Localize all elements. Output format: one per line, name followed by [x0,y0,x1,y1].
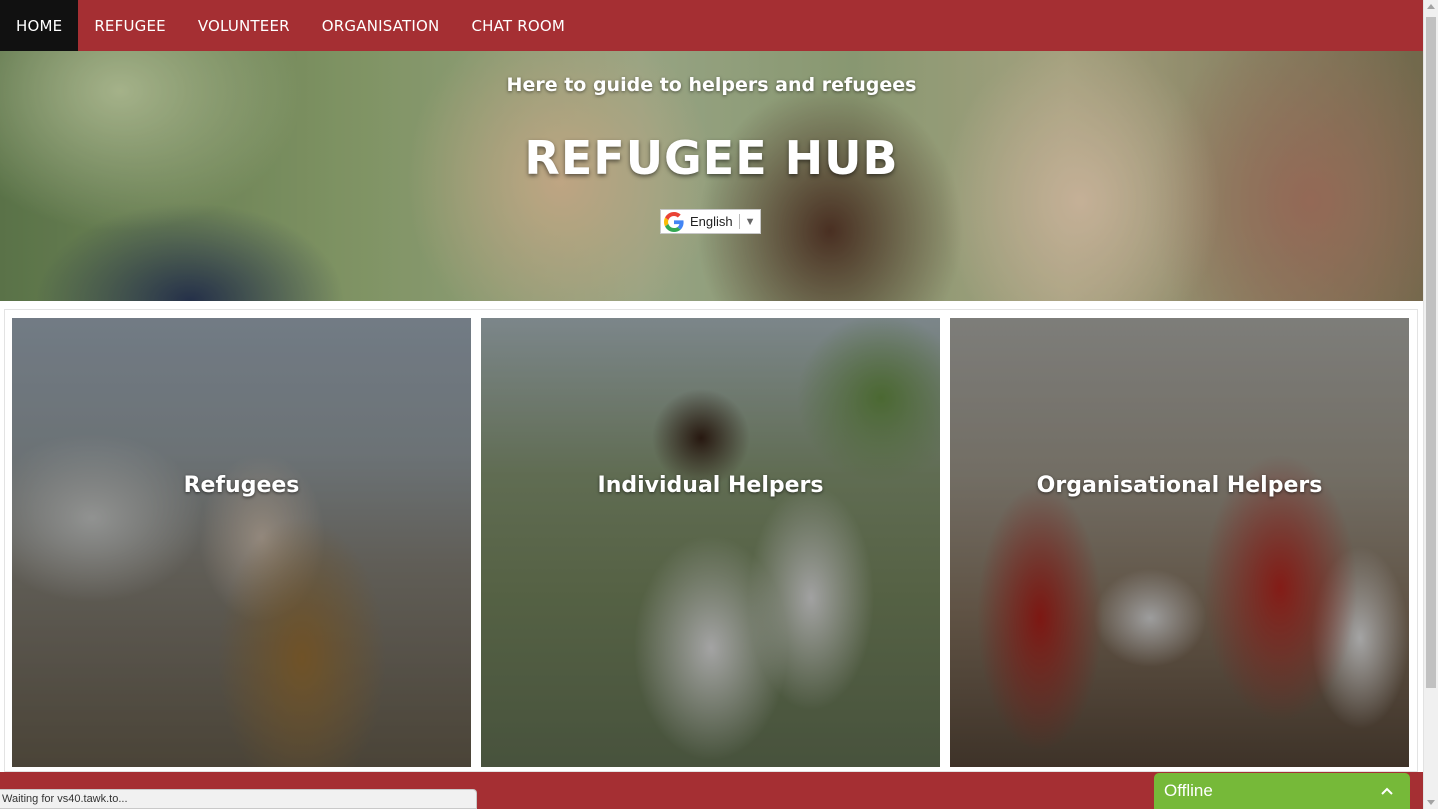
card-individual-helpers-label: Individual Helpers [597,473,824,498]
card-organisational-helpers-label: Organisational Helpers [1036,473,1323,498]
chat-widget-status: Offline [1164,781,1213,800]
card-refugees-label: Refugees [183,473,300,498]
category-cards: Refugees Individual Helpers Organisation… [4,309,1418,772]
vertical-scrollbar[interactable] [1423,0,1438,809]
browser-status-bar: Waiting for vs40.tawk.to... [0,789,477,809]
nav-item-chat-room[interactable]: CHAT ROOM [455,0,581,51]
card-individual-helpers[interactable]: Individual Helpers [481,318,940,767]
scrollbar-thumb[interactable] [1426,17,1436,688]
chat-widget[interactable]: Offline [1154,773,1410,809]
nav-item-volunteer[interactable]: VOLUNTEER [182,0,306,51]
language-divider [738,214,740,229]
top-navbar: HOME REFUGEE VOLUNTEER ORGANISATION CHAT… [0,0,1423,51]
card-overlay [481,318,940,767]
chevron-up-icon[interactable] [1380,784,1394,798]
google-g-icon [664,211,684,232]
language-selected-label: English [690,214,733,229]
card-refugees[interactable]: Refugees [12,318,471,767]
hero-title: REFUGEE HUB [524,131,899,185]
hero-banner: Here to guide to helpers and refugees RE… [0,51,1423,301]
card-overlay [12,318,471,767]
scroll-down-arrow-icon[interactable] [1427,800,1435,805]
nav-item-home[interactable]: HOME [0,0,79,51]
nav-item-organisation[interactable]: ORGANISATION [306,0,456,51]
card-overlay [950,318,1409,767]
page: HOME REFUGEE VOLUNTEER ORGANISATION CHAT… [0,0,1423,809]
hero-subtitle: Here to guide to helpers and refugees [506,74,917,96]
scroll-up-arrow-icon[interactable] [1427,4,1435,9]
nav-item-refugee[interactable]: REFUGEE [78,0,182,51]
card-organisational-helpers[interactable]: Organisational Helpers [950,318,1409,767]
language-select[interactable]: English ▼ [660,209,761,234]
dropdown-arrow-icon: ▼ [744,215,756,228]
